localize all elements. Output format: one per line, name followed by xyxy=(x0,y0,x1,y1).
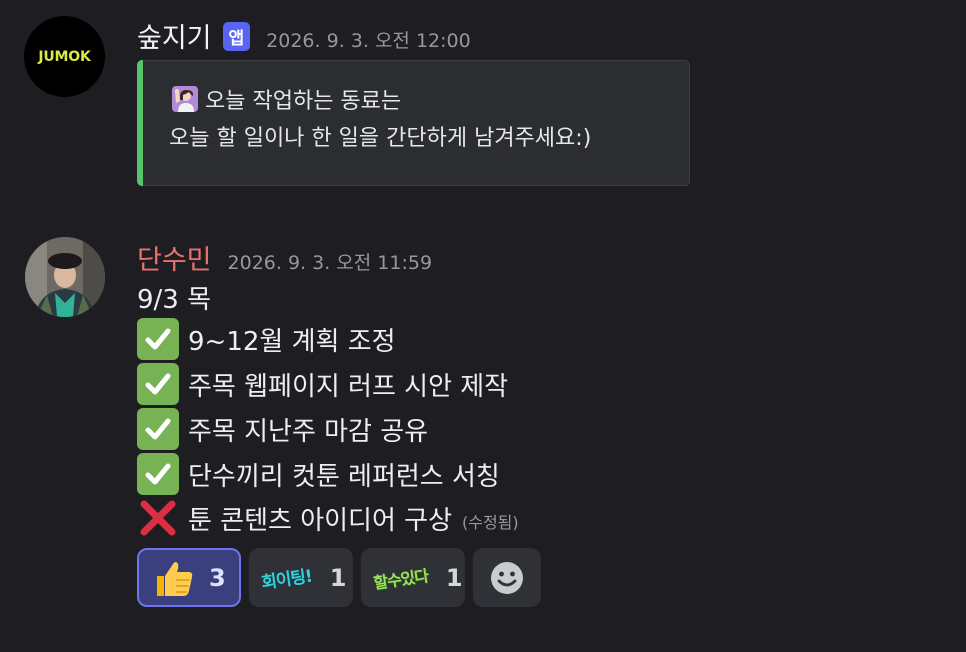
task-text: 단수끼리 컷툰 레퍼런스 서칭 xyxy=(188,461,500,492)
reaction-can-do[interactable]: 할수있다 1 xyxy=(361,548,465,607)
message-embed: 오늘 작업하는 동료는 오늘 할 일이나 한 일을 간단하게 남겨주세요:) xyxy=(137,60,690,186)
message-header: 숲지기 앱 2026. 9. 3. 오전 12:00 xyxy=(137,16,471,55)
edited-label[interactable]: (수정됨) xyxy=(462,509,519,533)
task-item: 주목 지난주 마감 공유 xyxy=(137,408,428,450)
add-reaction-smiley-icon xyxy=(491,561,523,594)
message-timestamp[interactable]: 2026. 9. 3. 오전 11:59 xyxy=(228,248,433,275)
message-timestamp[interactable]: 2026. 9. 3. 오전 12:00 xyxy=(266,26,471,53)
reaction-count: 1 xyxy=(445,563,463,592)
author-name[interactable]: 단수민 xyxy=(137,238,212,277)
message-header: 단수민 2026. 9. 3. 오전 11:59 xyxy=(137,238,432,277)
add-reaction-button[interactable] xyxy=(473,548,541,607)
message-line: 9/3 목 xyxy=(137,284,212,315)
embed-line-1: 오늘 작업하는 동료는 xyxy=(169,83,401,115)
task-text: 주목 지난주 마감 공유 xyxy=(188,416,429,447)
task-item: 단수끼리 컷툰 레퍼런스 서칭 xyxy=(137,453,500,495)
custom-emoji: 할수있다 xyxy=(372,565,430,593)
embed-accent-bar xyxy=(137,60,143,186)
task-item: 주목 웹페이지 러프 시안 제작 xyxy=(137,363,508,405)
check-mark-icon xyxy=(137,453,179,495)
user-avatar[interactable] xyxy=(25,237,105,317)
reaction-fighting[interactable]: 회이팅! 1 xyxy=(249,548,353,607)
task-text: 주목 웹페이지 러프 시안 제작 xyxy=(188,371,509,402)
user-avatar-photo xyxy=(25,237,105,317)
check-mark-icon xyxy=(137,363,179,405)
app-badge: 앱 xyxy=(222,22,251,51)
person-raising-hand-icon xyxy=(172,86,198,112)
reaction-thumbs-up[interactable]: 3 xyxy=(137,548,241,607)
task-text: 9~12월 계획 조정 xyxy=(188,326,396,357)
bot-avatar-text: JUMOK xyxy=(38,48,91,65)
reaction-count: 3 xyxy=(209,563,226,592)
reaction-count: 1 xyxy=(329,563,347,592)
bot-avatar[interactable]: JUMOK xyxy=(24,16,105,97)
check-mark-icon xyxy=(137,318,179,360)
author-name[interactable]: 숲지기 xyxy=(137,16,212,55)
thumbs-up-icon xyxy=(157,561,193,596)
task-text: 툰 콘텐츠 아이디어 구상 xyxy=(188,505,452,536)
check-mark-icon xyxy=(137,408,179,450)
task-item: 9~12월 계획 조정 xyxy=(137,318,396,360)
embed-line-2: 오늘 할 일이나 한 일을 간단하게 남겨주세요:) xyxy=(169,126,592,151)
custom-emoji: 회이팅! xyxy=(260,566,314,594)
task-item: 툰 콘텐츠 아이디어 구상 (수정됨) xyxy=(137,497,519,539)
cross-mark-icon xyxy=(137,497,179,539)
